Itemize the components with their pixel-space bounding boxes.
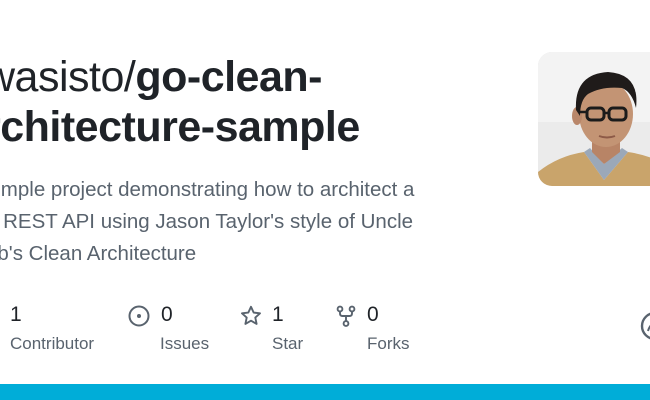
github-logo-icon — [640, 312, 650, 340]
repo-stats: 1 Contributor 0 Issues 1 Star 0 Forks — [0, 302, 650, 362]
repo-owner[interactable]: wasisto/ — [0, 53, 136, 101]
repo-description: simple project demonstrating how to arch… — [0, 174, 486, 270]
forks-label: Forks — [367, 334, 410, 353]
repo-title-line-2: rchitecture-sample — [0, 102, 504, 152]
contributors-label: Contributor — [10, 334, 95, 353]
owner-avatar[interactable] — [538, 52, 650, 186]
repo-title-line-1: wasisto/go-clean- — [0, 52, 504, 102]
repo-social-card: wasisto/go-clean- rchitecture-sample sim… — [0, 0, 650, 400]
repo-name-part-1[interactable]: go-clean- — [135, 53, 322, 101]
stars-count: 1 — [272, 303, 284, 326]
contributors-count: 1 — [10, 303, 22, 326]
repo-name-part-2[interactable]: rchitecture-sample — [0, 103, 360, 151]
issues-count: 0 — [161, 303, 173, 326]
issue-opened-icon — [128, 305, 150, 327]
stars-label: Star — [272, 334, 304, 353]
issues-label: Issues — [160, 334, 210, 353]
repo-title[interactable]: wasisto/go-clean- rchitecture-sample — [0, 52, 504, 152]
forks-count: 0 — [367, 303, 379, 326]
repo-description-line: o REST API using Jason Taylor's style of… — [0, 210, 414, 233]
repo-forked-icon — [336, 305, 356, 327]
language-color-bar — [0, 384, 650, 400]
star-icon — [241, 305, 261, 325]
repo-description-line: simple project demonstrating how to arch… — [0, 178, 415, 201]
repo-description-line: ob's Clean Architecture — [0, 242, 197, 265]
avatar-portrait — [538, 52, 650, 186]
